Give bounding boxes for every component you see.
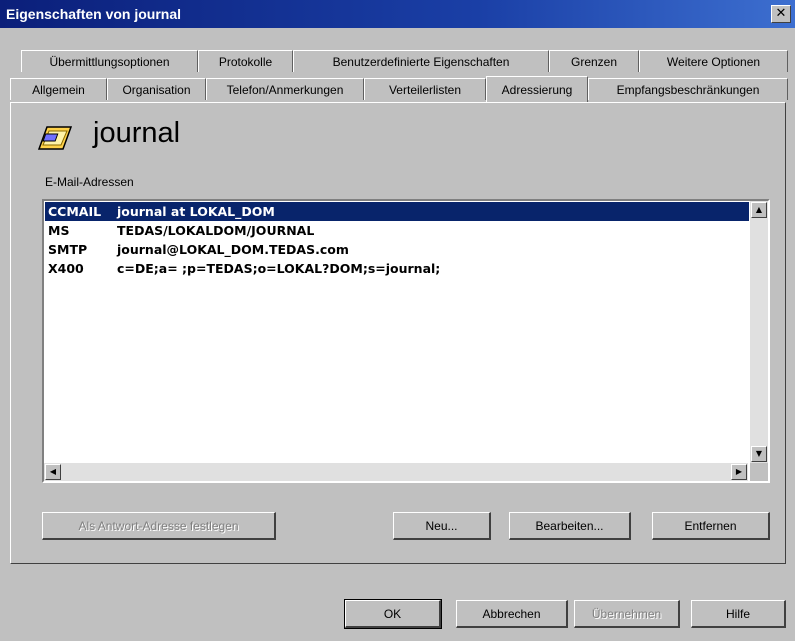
apply-button[interactable]: Übernehmen <box>574 600 680 628</box>
set-reply-address-button[interactable]: Als Antwort-Adresse festlegen <box>42 512 276 540</box>
address-type: CCMAIL <box>48 204 102 219</box>
list-item[interactable]: X400 c=DE;a= ;p=TEDAS;o=LOKAL?DOM;s=jour… <box>45 259 749 278</box>
tab-panel-adressierung: journal E-Mail-Adressen CCMAIL journal a… <box>10 102 786 564</box>
list-item[interactable]: CCMAIL journal at LOKAL_DOM <box>45 202 749 221</box>
scroll-right-button[interactable]: ▶ <box>731 464 747 480</box>
tab-protokolle[interactable]: Protokolle <box>198 50 293 72</box>
address-value: TEDAS/LOKALDOM/JOURNAL <box>117 223 315 238</box>
window-title: Eigenschaften von journal <box>6 6 182 22</box>
scrollbar-corner <box>750 463 768 481</box>
scroll-up-button[interactable]: ▲ <box>751 202 767 218</box>
scroll-left-button[interactable]: ◀ <box>45 464 61 480</box>
horizontal-scrollbar[interactable]: ◀ ▶ <box>44 463 748 481</box>
address-value: journal at LOKAL_DOM <box>117 204 275 219</box>
tab-weitere-optionen[interactable]: Weitere Optionen <box>639 50 788 72</box>
cancel-button[interactable]: Abbrechen <box>456 600 568 628</box>
edit-address-button[interactable]: Bearbeiten... <box>509 512 631 540</box>
tab-grenzen[interactable]: Grenzen <box>549 50 639 72</box>
tab-telefon-anmerkungen[interactable]: Telefon/Anmerkungen <box>206 78 364 100</box>
arrow-up-icon: ▲ <box>755 205 763 214</box>
list-item[interactable]: SMTP journal@LOKAL_DOM.TEDAS.com <box>45 240 749 259</box>
address-type: X400 <box>48 261 84 276</box>
arrow-down-icon: ▼ <box>755 449 763 458</box>
address-type: MS <box>48 223 70 238</box>
scroll-down-button[interactable]: ▼ <box>751 446 767 462</box>
object-name: journal <box>93 117 181 149</box>
tab-organisation[interactable]: Organisation <box>107 78 206 100</box>
arrow-right-icon: ▶ <box>735 467 743 476</box>
vertical-scrollbar[interactable]: ▲ ▼ <box>750 201 768 463</box>
list-item[interactable]: MS TEDAS/LOKALDOM/JOURNAL <box>45 221 749 240</box>
new-address-button[interactable]: Neu... <box>393 512 491 540</box>
remove-address-button[interactable]: Entfernen <box>652 512 770 540</box>
ok-button[interactable]: OK <box>344 599 442 629</box>
tab-empfangsbeschraenkungen[interactable]: Empfangsbeschränkungen <box>588 78 788 100</box>
email-address-list[interactable]: CCMAIL journal at LOKAL_DOM MS TEDAS/LOK… <box>42 199 770 483</box>
address-type: SMTP <box>48 242 88 257</box>
address-value: c=DE;a= ;p=TEDAS;o=LOKAL?DOM;s=journal; <box>117 261 441 276</box>
tab-verteilerlisten[interactable]: Verteilerlisten <box>364 78 486 100</box>
address-value: journal@LOKAL_DOM.TEDAS.com <box>117 242 349 257</box>
title-bar: Eigenschaften von journal ✕ <box>0 0 795 28</box>
arrow-left-icon: ◀ <box>49 467 57 476</box>
tab-benutzerdefinierte-eigenschaften[interactable]: Benutzerdefinierte Eigenschaften <box>293 50 549 72</box>
mailbox-icon <box>37 126 73 150</box>
email-addresses-label: E-Mail-Adressen <box>45 175 134 189</box>
tab-allgemein[interactable]: Allgemein <box>10 78 107 100</box>
close-icon: ✕ <box>775 6 787 21</box>
close-button[interactable]: ✕ <box>771 5 791 23</box>
help-button[interactable]: Hilfe <box>691 600 786 628</box>
tab-uebermittlungsoptionen[interactable]: Übermittlungsoptionen <box>21 50 198 72</box>
tab-adressierung[interactable]: Adressierung <box>486 76 588 102</box>
